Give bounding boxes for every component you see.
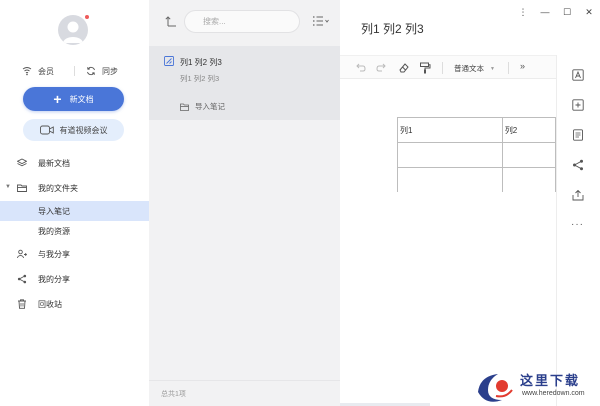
document-table: 列1 列2 bbox=[397, 117, 556, 192]
insert-button[interactable] bbox=[572, 99, 584, 111]
document-icon bbox=[164, 56, 174, 66]
sync-label: 同步 bbox=[102, 66, 118, 76]
note-summary: 列1 列2 列3 bbox=[180, 74, 220, 83]
divider bbox=[74, 66, 75, 76]
share-icon bbox=[573, 159, 583, 171]
redo-icon bbox=[376, 63, 386, 72]
upload-icon bbox=[572, 189, 584, 201]
caret-down-icon[interactable]: ▼ bbox=[5, 184, 11, 190]
insert-box-icon bbox=[572, 99, 584, 111]
trash-icon bbox=[18, 299, 26, 309]
translate-icon bbox=[572, 69, 584, 81]
video-camera-icon bbox=[39, 125, 54, 135]
note-folder: 导入笔记 bbox=[180, 101, 225, 112]
table-cell[interactable] bbox=[501, 142, 556, 168]
sync-icon bbox=[87, 66, 95, 76]
editor-toolbar: 普通文本 ▼ » bbox=[340, 55, 556, 79]
share-button[interactable] bbox=[572, 159, 584, 171]
note-title: 列1 列2 列3 bbox=[180, 58, 222, 67]
search-box[interactable] bbox=[184, 10, 300, 33]
eraser-icon bbox=[399, 63, 409, 73]
table-cell[interactable]: 列2 bbox=[501, 117, 556, 143]
outline-button[interactable] bbox=[572, 129, 584, 141]
video-meeting-label: 有道视频会议 bbox=[59, 125, 108, 135]
sidebar-item-label: 我的文件夹 bbox=[38, 184, 78, 193]
sidebar-item-label: 我的资源 bbox=[38, 227, 70, 236]
export-button[interactable] bbox=[572, 189, 584, 201]
member-label: 会员 bbox=[38, 66, 54, 76]
item-count: 总共1项 bbox=[161, 391, 186, 398]
list-footer: 总共1项 bbox=[149, 380, 340, 406]
search-input[interactable] bbox=[185, 11, 299, 32]
close-icon[interactable]: ✕ bbox=[578, 0, 600, 24]
account-row: 会员 同步 bbox=[0, 62, 149, 80]
note-list-item[interactable]: 列1 列2 列3 列1 列2 列3 导入笔记 bbox=[149, 46, 340, 120]
document-outline-icon bbox=[573, 129, 583, 141]
chevron-down-icon: ▼ bbox=[490, 65, 495, 72]
sidebar-item-label: 最新文档 bbox=[38, 159, 70, 168]
divider bbox=[442, 62, 443, 74]
format-painter-button[interactable] bbox=[419, 62, 431, 74]
sidebar-item-recent[interactable]: 最新文档 bbox=[0, 153, 149, 173]
sidebar-item-label: 与我分享 bbox=[38, 250, 70, 259]
member-button[interactable]: 会员 bbox=[22, 62, 54, 80]
shared-users-icon bbox=[17, 249, 27, 259]
more-options-icon[interactable]: ··· bbox=[571, 219, 584, 230]
paragraph-style-label: 普通文本 bbox=[454, 64, 484, 73]
editor-pane: ⋮ — ☐ ✕ 列1 列2 列3 普通文本 ▼ » ··· 列1 列2 bbox=[340, 0, 600, 406]
new-document-label: 新文档 bbox=[69, 94, 94, 104]
watermark-text: 这里下载 bbox=[520, 374, 581, 389]
sidebar-item-label: 我的分享 bbox=[38, 275, 70, 284]
note-list-panel: 列1 列2 列3 列1 列2 列3 导入笔记 总共1项 bbox=[149, 0, 340, 406]
layers-icon bbox=[17, 158, 27, 167]
table-cell[interactable]: 列1 bbox=[397, 117, 503, 143]
watermark: 这里下载 www.heredown.com bbox=[472, 366, 600, 406]
divider bbox=[508, 62, 509, 74]
table-cell[interactable] bbox=[397, 142, 503, 168]
folder-icon bbox=[17, 184, 27, 192]
back-up-icon[interactable] bbox=[165, 15, 177, 27]
sort-list-icon[interactable] bbox=[312, 15, 330, 27]
note-folder-label: 导入笔记 bbox=[195, 102, 225, 111]
table-row: 列1 列2 bbox=[397, 117, 556, 143]
maximize-icon[interactable]: ☐ bbox=[556, 0, 578, 24]
undo-button[interactable] bbox=[354, 62, 366, 74]
sidebar-item-label: 导入笔记 bbox=[38, 207, 70, 216]
sidebar-item-import-notes[interactable]: 导入笔记 bbox=[0, 201, 149, 221]
sidebar-item-my-shares[interactable]: 我的分享 bbox=[0, 269, 149, 289]
watermark-url: www.heredown.com bbox=[522, 390, 585, 397]
editor-side-tools: ··· bbox=[556, 55, 600, 406]
translate-button[interactable] bbox=[572, 69, 584, 81]
paragraph-style-dropdown[interactable]: 普通文本 ▼ bbox=[454, 63, 495, 74]
new-document-button[interactable]: + 新文档 bbox=[23, 87, 124, 111]
folder-icon bbox=[180, 103, 189, 111]
redo-button[interactable] bbox=[376, 62, 388, 74]
menu-icon[interactable]: ⋮ bbox=[512, 0, 534, 24]
window-controls: ⋮ — ☐ ✕ bbox=[510, 0, 600, 24]
plus-icon: + bbox=[53, 91, 62, 107]
minimize-icon[interactable]: — bbox=[534, 0, 556, 24]
vip-icon bbox=[22, 67, 32, 76]
document-title[interactable]: 列1 列2 列3 bbox=[361, 20, 424, 37]
sidebar-item-recycle-bin[interactable]: 回收站 bbox=[0, 294, 149, 314]
undo-icon bbox=[356, 63, 366, 72]
format-painter-icon bbox=[420, 62, 431, 74]
table-cell[interactable] bbox=[501, 167, 556, 192]
table-cell[interactable] bbox=[397, 167, 503, 192]
sidebar-item-shared-with-me[interactable]: 与我分享 bbox=[0, 244, 149, 264]
toolbar-more-button[interactable]: » bbox=[520, 61, 525, 71]
sidebar: 会员 同步 + 新文档 有道视频会议 最新文档 ▼ 我的文件夹 导入笔记 我的资… bbox=[0, 0, 149, 406]
watermark-logo bbox=[478, 374, 513, 402]
eraser-button[interactable] bbox=[398, 62, 410, 74]
share-icon bbox=[17, 274, 27, 284]
table-row bbox=[397, 167, 556, 192]
avatar[interactable] bbox=[58, 15, 88, 45]
video-meeting-button[interactable]: 有道视频会议 bbox=[23, 119, 124, 141]
sidebar-item-my-folder[interactable]: ▼ 我的文件夹 bbox=[0, 178, 149, 198]
sidebar-item-label: 回收站 bbox=[38, 300, 62, 309]
sync-button[interactable]: 同步 bbox=[86, 62, 118, 80]
table-row bbox=[397, 142, 556, 168]
notification-dot bbox=[84, 14, 90, 20]
sidebar-item-my-resources[interactable]: 我的资源 bbox=[0, 221, 149, 241]
